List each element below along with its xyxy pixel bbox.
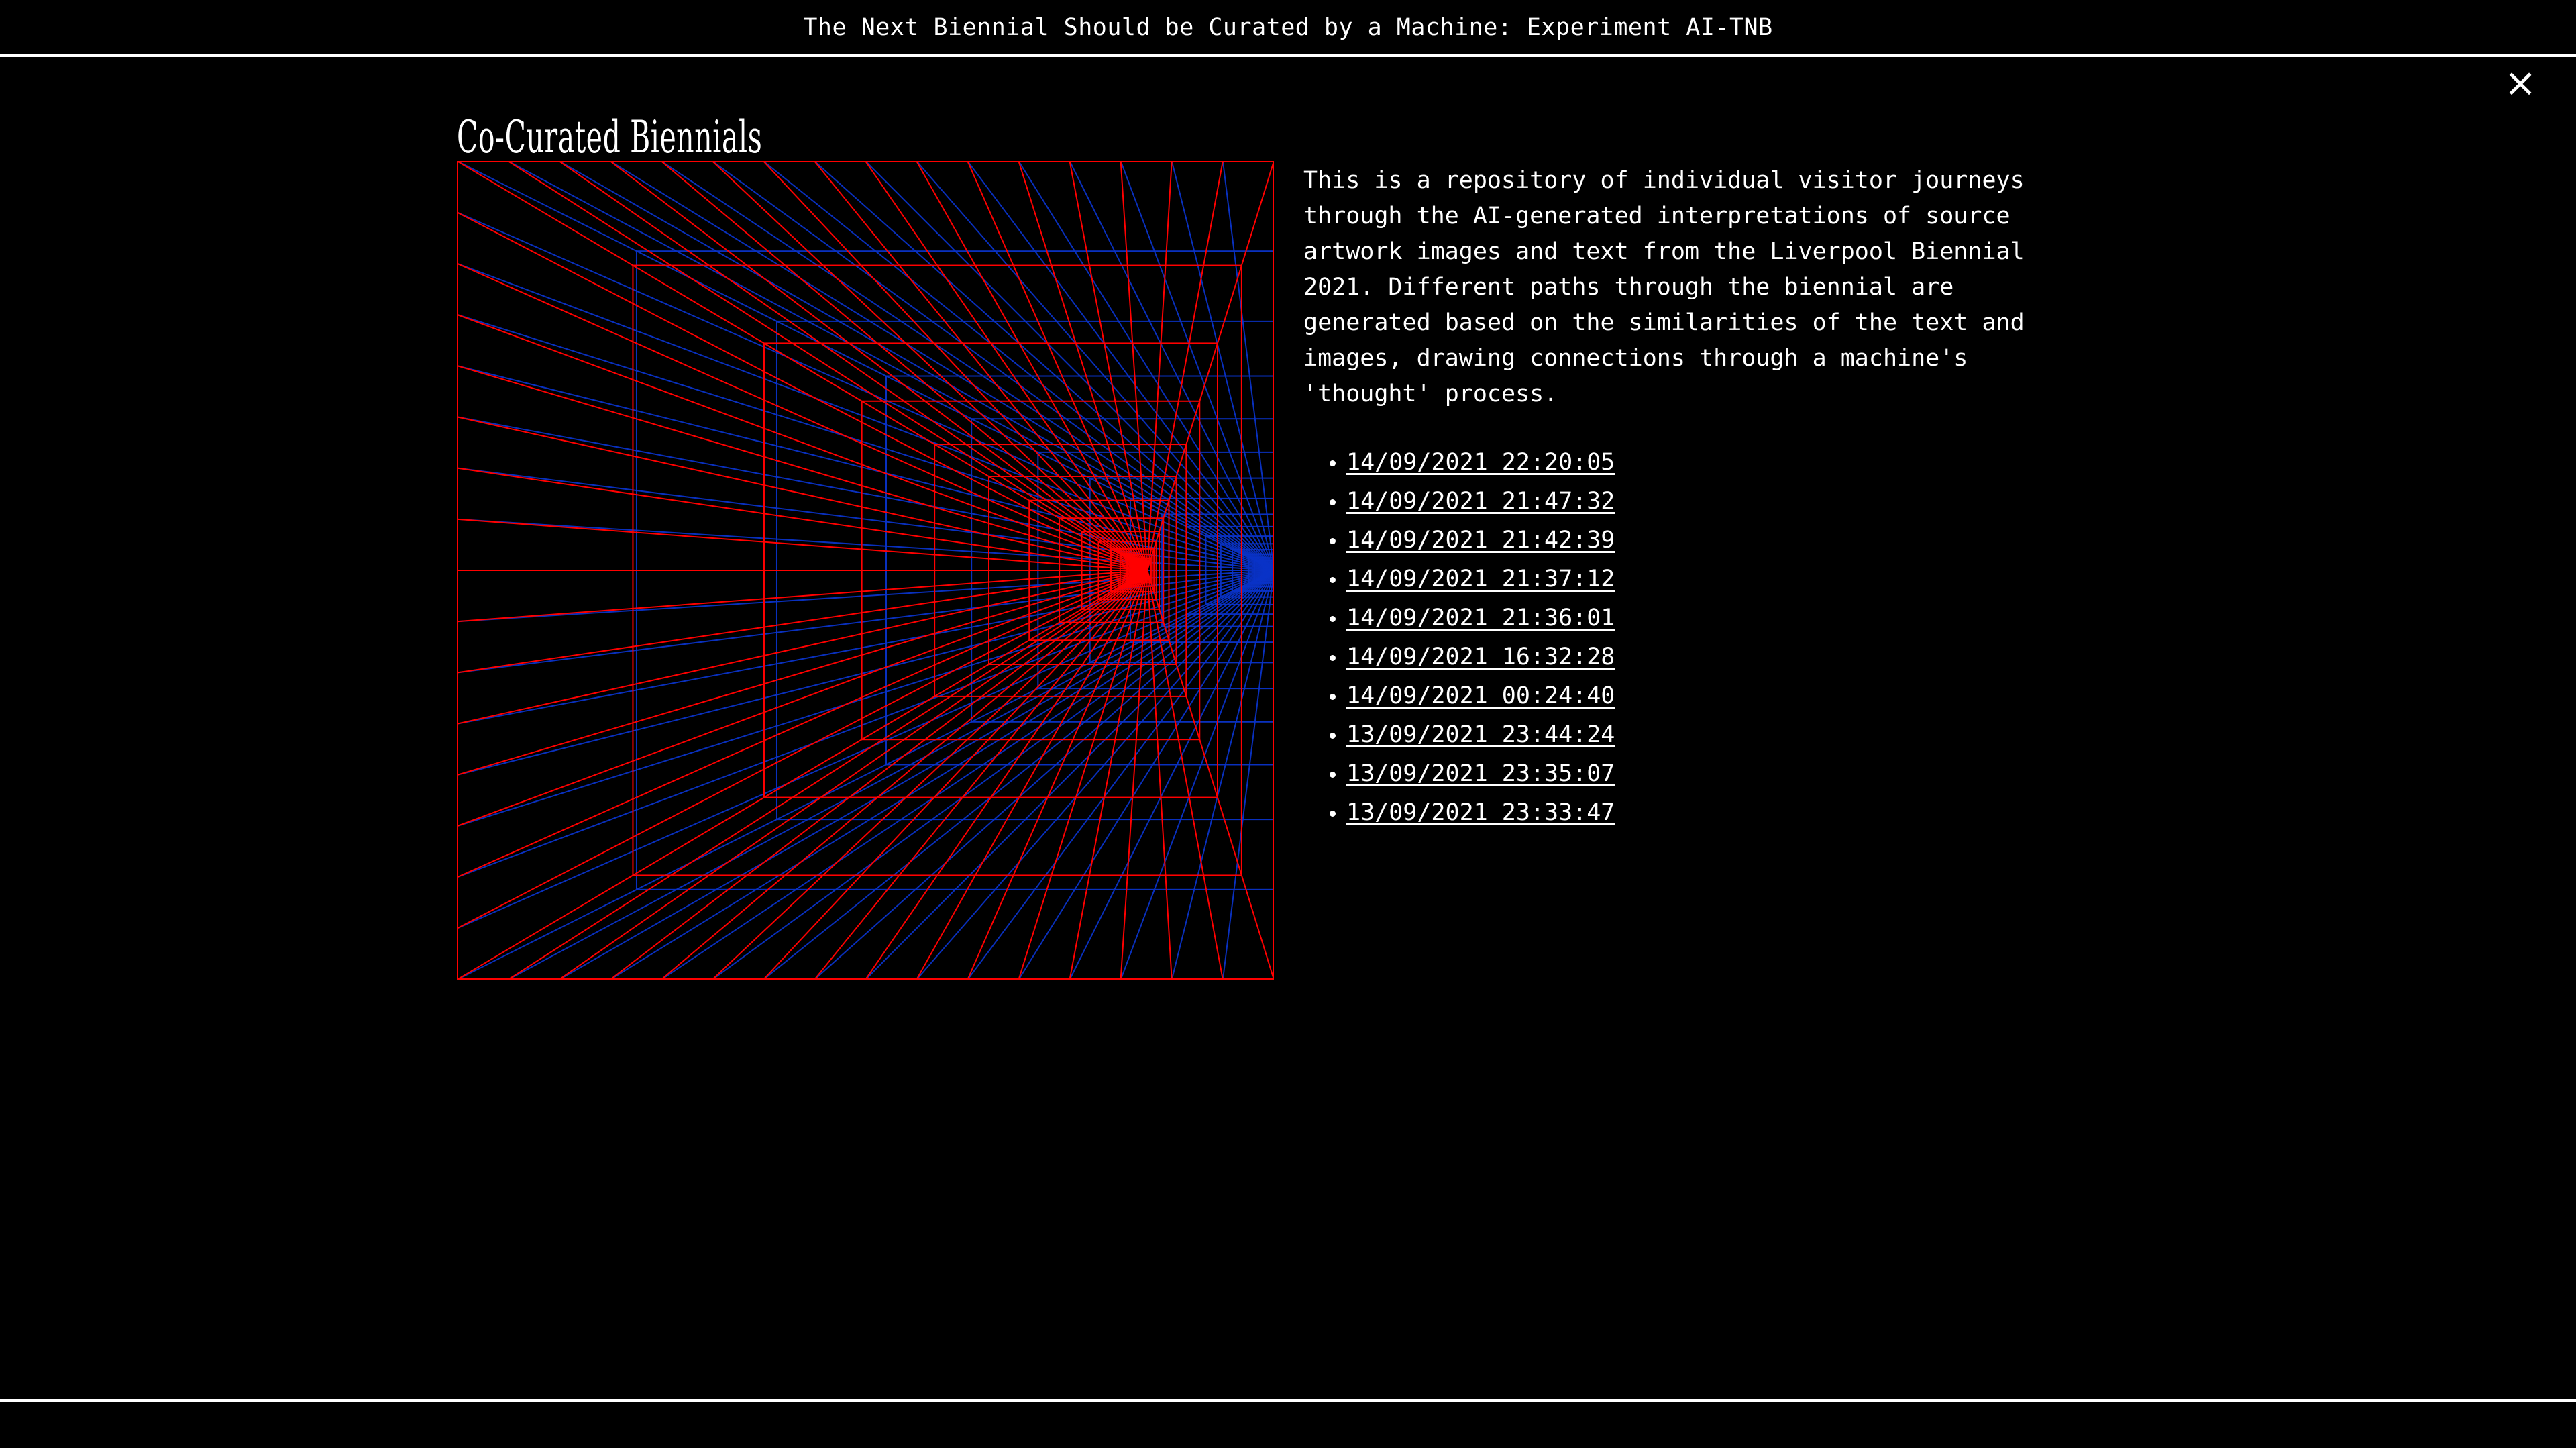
red-radial xyxy=(763,570,1148,980)
blue-radial xyxy=(1222,570,1274,980)
list-item: 14/09/2021 16:32:28 xyxy=(1346,639,2061,678)
red-radial xyxy=(609,570,1148,980)
journey-list: 14/09/2021 22:20:05 14/09/2021 21:47:32 14… xyxy=(1303,445,2061,834)
blue-radial xyxy=(916,161,1274,571)
blue-radial xyxy=(916,570,1274,980)
red-radial xyxy=(763,161,1148,571)
list-item: 13/09/2021 23:35:07 xyxy=(1346,756,2061,795)
description-text: This is a repository of individual visit… xyxy=(1303,167,2025,407)
red-radial xyxy=(1146,570,1224,980)
journey-link[interactable]: 13/09/2021 23:44:24 xyxy=(1346,721,1615,748)
blue-radial xyxy=(865,570,1274,980)
journey-link[interactable]: 14/09/2021 00:24:40 xyxy=(1346,682,1615,709)
blue-radial xyxy=(1222,161,1274,571)
red-radial xyxy=(865,161,1148,571)
list-item: 14/09/2021 22:20:05 xyxy=(1346,445,2061,484)
red-radial xyxy=(457,570,1148,776)
red-radial xyxy=(916,570,1148,980)
app-title: The Next Biennial Should be Curated by a… xyxy=(803,13,1773,41)
red-radial xyxy=(1146,570,1274,980)
app-header: The Next Biennial Should be Curated by a… xyxy=(0,0,2576,57)
journey-link[interactable]: 14/09/2021 21:36:01 xyxy=(1346,605,1615,631)
journey-link[interactable]: 14/09/2021 21:42:39 xyxy=(1346,527,1615,554)
red-radial xyxy=(507,570,1148,980)
red-radial xyxy=(1146,161,1224,571)
red-radial xyxy=(865,570,1148,980)
close-icon[interactable]: × xyxy=(2497,59,2544,106)
red-radial xyxy=(457,365,1148,571)
blue-radial xyxy=(457,262,1274,571)
perspective-grid-svg xyxy=(457,161,1274,980)
red-radial xyxy=(457,570,1148,725)
blue-radial xyxy=(865,161,1274,571)
info-panel: This is a repository of individual visit… xyxy=(1303,163,2061,834)
blue-radial xyxy=(1171,161,1274,571)
journey-link[interactable]: 14/09/2021 16:32:28 xyxy=(1346,643,1615,670)
blue-radial xyxy=(1069,161,1274,571)
blue-radial xyxy=(712,570,1274,980)
journey-link[interactable]: 14/09/2021 22:20:05 xyxy=(1346,449,1615,476)
red-radial xyxy=(457,416,1148,571)
blue-radial xyxy=(457,365,1274,571)
blue-radial xyxy=(1171,570,1274,980)
blue-radial xyxy=(1069,570,1274,980)
blue-radial xyxy=(712,161,1274,571)
list-item: 14/09/2021 21:36:01 xyxy=(1346,601,2061,639)
red-radial xyxy=(916,161,1148,571)
list-item: 14/09/2021 21:47:32 xyxy=(1346,484,2061,523)
list-item: 14/09/2021 00:24:40 xyxy=(1346,678,2061,717)
list-item: 13/09/2021 23:44:24 xyxy=(1346,717,2061,756)
journey-link[interactable]: 14/09/2021 21:47:32 xyxy=(1346,488,1615,515)
blue-radial xyxy=(457,570,1274,878)
perspective-tunnel-artwork xyxy=(457,161,1274,980)
journey-link[interactable]: 13/09/2021 23:35:07 xyxy=(1346,760,1615,787)
page-title: Co-Curated Biennials xyxy=(457,111,763,164)
list-item: 13/09/2021 23:33:47 xyxy=(1346,795,2061,834)
red-radial xyxy=(609,161,1148,571)
list-item: 14/09/2021 21:37:12 xyxy=(1346,562,2061,601)
red-radial xyxy=(1146,161,1274,571)
app-footer xyxy=(0,1399,2576,1448)
red-radial xyxy=(558,161,1148,571)
journey-link[interactable]: 14/09/2021 21:37:12 xyxy=(1346,566,1615,592)
journey-link[interactable]: 13/09/2021 23:33:47 xyxy=(1346,799,1615,826)
blue-radial xyxy=(457,570,1274,776)
list-item: 14/09/2021 21:42:39 xyxy=(1346,523,2061,562)
red-radial xyxy=(507,161,1148,571)
red-radial xyxy=(558,570,1148,980)
